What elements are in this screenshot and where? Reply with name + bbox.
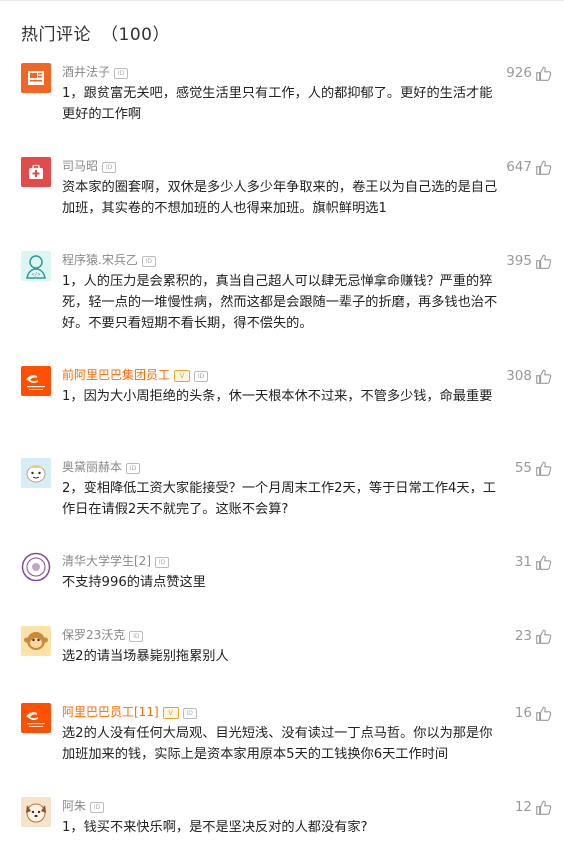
comment-item: 奥黛丽赫本 ID 2，变相降低工资大家能接受？一个月周末工作2天，等于日常工作4天… — [0, 458, 564, 548]
like-count: 55 — [514, 460, 532, 476]
like-button[interactable]: 23 — [515, 626, 552, 646]
username-text[interactable]: 保罗23沃克 — [62, 628, 125, 642]
alibaba-avatar[interactable] — [21, 703, 51, 733]
username[interactable]: 奥黛丽赫本 ID — [62, 458, 141, 475]
username-text[interactable]: 奥黛丽赫本 — [62, 460, 122, 474]
dog-avatar[interactable] — [21, 797, 51, 827]
like-count: 31 — [514, 554, 532, 570]
news-avatar[interactable] — [21, 63, 51, 93]
thumbs-up-icon — [536, 800, 552, 815]
thumbs-up-icon — [536, 369, 552, 384]
comment-item: </> 程序猿.宋兵乙 ID 1，人的压力是会累积的，真当自己超人可以肆无忌惮拿命… — [0, 251, 564, 341]
cartoon-avatar[interactable] — [21, 458, 51, 488]
id-badge-icon: ID — [126, 463, 141, 474]
username-text[interactable]: 司马昭 — [62, 159, 98, 173]
comment-text: 选2的人没有任何大局观、目光短浅、没有读过一丁点马哲。你以为那是你加班加来的钱，… — [62, 726, 493, 762]
thumbs-up-icon — [536, 629, 552, 644]
comment-item: 阿朱 ID 1，钱买不来快乐啊，是不是坚决反对的人都没有家? 12 — [0, 797, 564, 844]
username-text[interactable]: 清华大学学生[2] — [62, 554, 151, 568]
verified-badge-icon: V — [162, 707, 179, 719]
username[interactable]: 阿朱 ID — [62, 797, 105, 814]
like-button[interactable]: 395 — [506, 251, 552, 271]
id-badge-icon: ID — [182, 708, 197, 719]
like-count: 16 — [514, 705, 532, 721]
id-badge-icon: ID — [129, 631, 144, 642]
comment-text: 2，变相降低工资大家能接受？一个月周末工作2天，等于日常工作4天，工作日在请假2… — [62, 481, 496, 517]
id-badge-icon: ID — [141, 256, 156, 267]
like-count: 926 — [506, 65, 532, 81]
alibaba-avatar[interactable] — [21, 366, 51, 396]
username[interactable]: 司马昭 ID — [62, 157, 117, 174]
svg-text:</>: </> — [31, 272, 40, 278]
comment-text: 1，跟贫富无关吧，感觉生活里只有工作，人的都抑郁了。更好的生活才能更好的工作啊 — [62, 86, 493, 122]
like-button[interactable]: 55 — [515, 458, 552, 478]
comment-text: 资本家的圈套啊，双休是多少人多少年争取来的，卷王以为自己选的是自己加班，其实卷的… — [62, 180, 498, 216]
thumbs-up-icon — [536, 66, 552, 81]
id-badge-icon: ID — [90, 802, 105, 813]
tsinghua-avatar[interactable] — [21, 552, 51, 582]
medical-kit-avatar[interactable] — [21, 157, 51, 187]
comment-text: 1，因为大小周拒绝的头条，休一天根本休不过来，不管多少钱，命最重要 — [62, 389, 493, 404]
comment-text: 选2的请当场暴毙别拖累别人 — [62, 649, 229, 664]
username[interactable]: 保罗23沃克 ID — [62, 626, 144, 643]
like-count: 23 — [514, 628, 532, 644]
username[interactable]: 前阿里巴巴集团员工 V ID — [62, 366, 209, 383]
like-button[interactable]: 647 — [506, 157, 552, 177]
username-text[interactable]: 前阿里巴巴集团员工 — [62, 368, 170, 382]
comment-count: （100） — [101, 25, 170, 45]
comment-item: 阿里巴巴员工[11] V ID 选2的人没有任何大局观、目光短浅、没有读过一丁点马哲… — [0, 703, 564, 793]
username[interactable]: 程序猿.宋兵乙 ID — [62, 251, 156, 268]
like-button[interactable]: 16 — [515, 703, 552, 723]
top-divider — [0, 0, 564, 1]
comment-item: 前阿里巴巴集团员工 V ID 1，因为大小周拒绝的头条，休一天根本休不过来，不管多少… — [0, 366, 564, 456]
programmer-avatar[interactable]: </> — [21, 251, 51, 281]
header-title: 热门评论 — [21, 25, 91, 45]
monkey-avatar[interactable] — [21, 626, 51, 656]
thumbs-up-icon — [536, 160, 552, 175]
like-count: 308 — [506, 368, 532, 384]
verified-badge-icon: V — [174, 370, 191, 382]
id-badge-icon: ID — [114, 68, 129, 79]
thumbs-up-icon — [536, 706, 552, 721]
id-badge-icon: ID — [155, 557, 169, 568]
comment-item: 司马昭 ID 资本家的圈套啊，双休是多少人多少年争取来的，卷王以为自己选的是自己加… — [0, 157, 564, 247]
hot-comments-header: 热门评论 （100） — [21, 20, 170, 45]
username-text[interactable]: 阿朱 — [62, 799, 86, 813]
thumbs-up-icon — [536, 461, 552, 476]
like-count: 12 — [514, 799, 532, 815]
comment-text: 1，钱买不来快乐啊，是不是坚决反对的人都没有家? — [62, 820, 368, 835]
like-button[interactable]: 12 — [515, 797, 552, 817]
thumbs-up-icon — [536, 254, 552, 269]
like-button[interactable]: 308 — [506, 366, 552, 386]
comment-text: 1，人的压力是会累积的，真当自己超人可以肆无忌惮拿命赚钱？严重的猝死，轻一点的一… — [62, 274, 498, 331]
username[interactable]: 阿里巴巴员工[11] V ID — [62, 703, 197, 720]
comment-text: 不支持996的请点赞这里 — [62, 575, 206, 590]
id-badge-icon: ID — [102, 162, 117, 173]
id-badge-icon: ID — [194, 371, 209, 382]
thumbs-up-icon — [536, 555, 552, 570]
comment-item: 酒井法子 ID 1，跟贫富无关吧，感觉生活里只有工作，人的都抑郁了。更好的生活才能… — [0, 63, 564, 153]
username-text[interactable]: 阿里巴巴员工[11] — [62, 705, 159, 719]
username-text[interactable]: 酒井法子 — [62, 65, 110, 79]
username[interactable]: 清华大学学生[2] ID — [62, 552, 169, 569]
username[interactable]: 酒井法子 ID — [62, 63, 129, 80]
like-count: 395 — [506, 253, 532, 269]
username-text[interactable]: 程序猿.宋兵乙 — [62, 253, 138, 267]
like-button[interactable]: 31 — [515, 552, 552, 572]
like-button[interactable]: 926 — [506, 63, 552, 83]
like-count: 647 — [506, 159, 532, 175]
